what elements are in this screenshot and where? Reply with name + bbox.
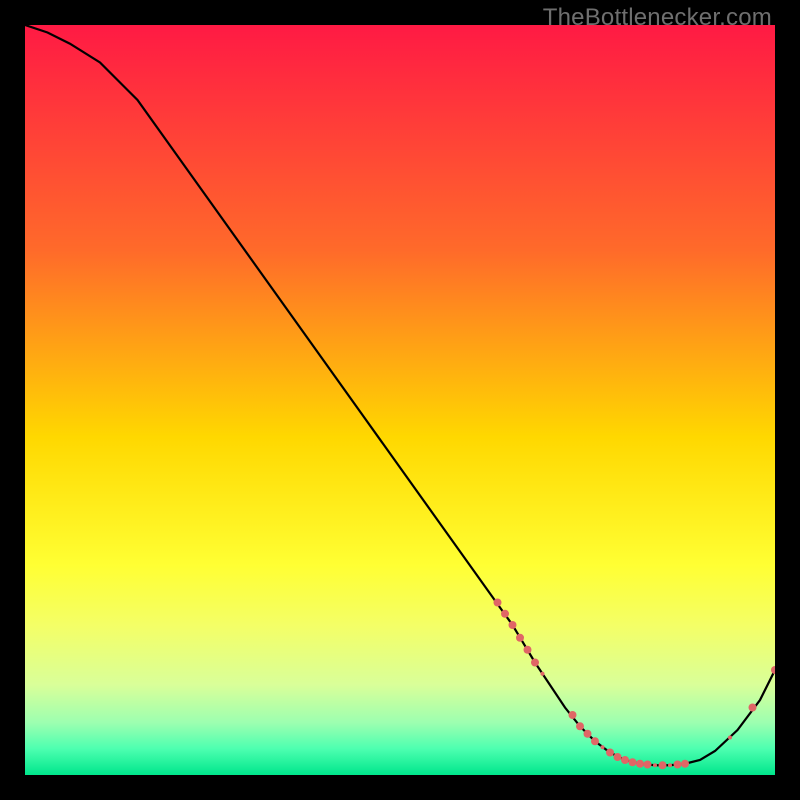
curve-marker <box>636 760 644 768</box>
curve-marker <box>659 761 667 769</box>
curve-marker <box>614 753 622 761</box>
curve-marker <box>516 634 524 642</box>
curve-marker <box>653 763 657 767</box>
curve-marker <box>531 659 539 667</box>
curve-marker <box>576 722 584 730</box>
curve-marker <box>681 760 689 768</box>
chart-stage: TheBottlenecker.com <box>0 0 800 800</box>
curve-marker <box>749 704 757 712</box>
curve-marker <box>509 621 517 629</box>
curve-marker <box>601 745 605 749</box>
curve-marker <box>494 599 502 607</box>
curve-marker <box>524 646 532 654</box>
plot-background <box>25 25 775 775</box>
curve-marker <box>541 672 545 676</box>
curve-marker <box>621 756 629 764</box>
curve-marker <box>606 749 614 757</box>
curve-marker <box>644 761 652 769</box>
bottleneck-curve-plot <box>25 25 775 775</box>
curve-marker <box>728 736 732 740</box>
curve-marker <box>584 730 592 738</box>
curve-marker <box>591 737 599 745</box>
curve-marker <box>668 763 672 767</box>
curve-marker <box>629 758 637 766</box>
curve-marker <box>569 711 577 719</box>
curve-marker <box>674 761 682 769</box>
curve-marker <box>501 610 509 618</box>
